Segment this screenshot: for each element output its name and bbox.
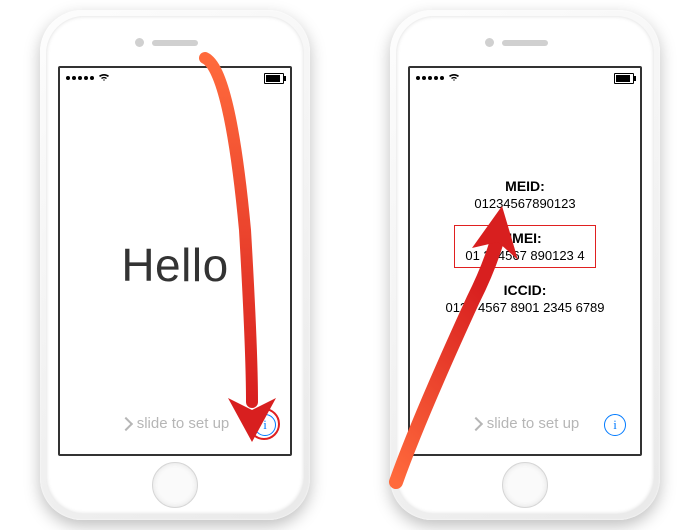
signal-dots-icon (416, 76, 444, 80)
info-button[interactable]: i (254, 414, 276, 436)
battery-icon (614, 73, 634, 84)
front-camera (135, 38, 144, 47)
status-bar (66, 72, 284, 84)
chevron-right-icon (469, 416, 483, 430)
earpiece-speaker (152, 40, 198, 46)
iccid-row: ICCID: 0123 4567 8901 2345 6789 (410, 282, 640, 315)
earpiece-speaker (502, 40, 548, 46)
battery-icon (264, 73, 284, 84)
info-button[interactable]: i (604, 414, 626, 436)
meid-row: MEID: 01234567890123 (410, 178, 640, 211)
front-camera (485, 38, 494, 47)
iccid-label: ICCID: (410, 282, 640, 298)
imei-highlight-box: IMEI: 01 234567 890123 4 (454, 225, 595, 268)
info-icon: i (263, 417, 267, 433)
iccid-value: 0123 4567 8901 2345 6789 (410, 300, 640, 315)
wifi-icon (98, 72, 110, 85)
imei-label: IMEI: (465, 230, 584, 246)
info-icon: i (613, 417, 617, 433)
hello-greeting: Hello (60, 238, 290, 292)
home-button[interactable] (152, 462, 198, 508)
wifi-icon (448, 72, 460, 85)
status-bar (416, 72, 634, 84)
chevron-right-icon (119, 416, 133, 430)
home-button[interactable] (502, 462, 548, 508)
signal-dots-icon (66, 76, 94, 80)
slide-label: slide to set up (487, 415, 580, 432)
meid-value: 01234567890123 (410, 196, 640, 211)
device-identifiers: MEID: 01234567890123 IMEI: 01 234567 890… (410, 178, 640, 329)
imei-value: 01 234567 890123 4 (465, 248, 584, 263)
screen-device-info: MEID: 01234567890123 IMEI: 01 234567 890… (408, 66, 642, 456)
iphone-device-left: Hello slide to set up i (40, 10, 310, 520)
slide-label: slide to set up (137, 415, 230, 432)
iphone-device-right: MEID: 01234567890123 IMEI: 01 234567 890… (390, 10, 660, 520)
screen-hello: Hello slide to set up i (58, 66, 292, 456)
meid-label: MEID: (410, 178, 640, 194)
imei-row: IMEI: 01 234567 890123 4 (410, 225, 640, 268)
